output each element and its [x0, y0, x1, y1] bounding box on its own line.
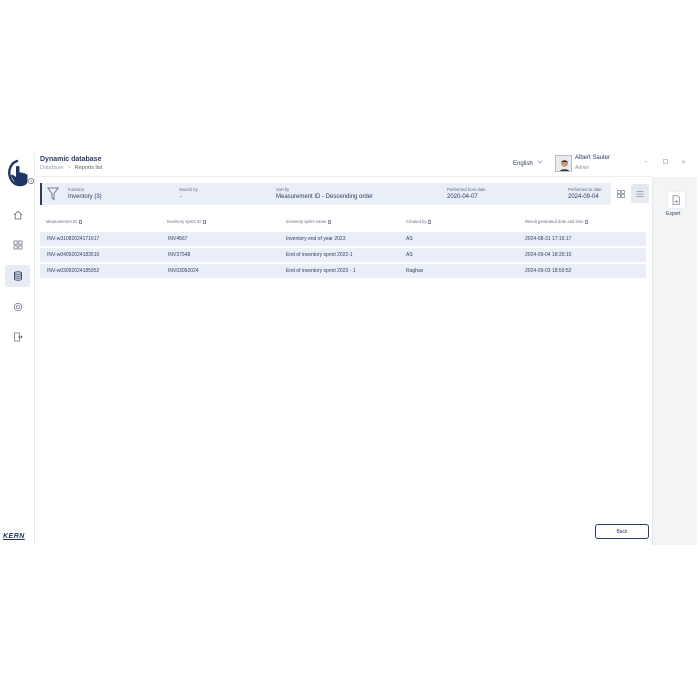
- kern-logo: KERN: [3, 533, 25, 540]
- function-value: Inventory (3): [68, 194, 102, 200]
- from-date-value: 2020-04-07: [447, 194, 478, 200]
- cell-sprint-name: End of inventory sprint 2023 - 1: [286, 268, 356, 274]
- sort-icon: [428, 219, 432, 224]
- from-date-label: Performed from date: [447, 187, 486, 192]
- to-date-value: 2024-09-04: [568, 194, 599, 200]
- cell-sprint-name: Inventory end of year 2023: [286, 236, 346, 242]
- column-header-label: Inventory sprint name: [286, 219, 327, 224]
- close-icon[interactable]: ✕: [681, 159, 686, 166]
- sort-by-value: Measurement ID - Descending order: [276, 194, 374, 200]
- cell-created-by: Raghav: [406, 268, 424, 274]
- grid-view-button[interactable]: [612, 184, 630, 203]
- search-by-label: Search by: [179, 187, 198, 192]
- page-title: Dynamic database: [40, 156, 102, 163]
- column-header[interactable]: Inventory sprint ID: [167, 219, 206, 224]
- nav-home[interactable]: [5, 204, 30, 226]
- sort-by-label: Sort by: [276, 187, 290, 192]
- table-row[interactable]: INV-w04092024183510 INV37548 End of inve…: [40, 248, 646, 262]
- column-header-label: Result generated date and time: [525, 219, 584, 224]
- nav-database[interactable]: [5, 265, 30, 287]
- chevron-down-icon: [537, 160, 543, 164]
- cell-result-date: 2024-09-04 18:35:10: [525, 252, 572, 258]
- list-view-button[interactable]: [631, 184, 649, 203]
- filter-icon[interactable]: [47, 187, 59, 201]
- export-label: Export: [666, 211, 681, 217]
- user-role: Admin: [575, 165, 590, 171]
- table-header: Measurement ID Inventory sprint ID Inven…: [40, 217, 646, 227]
- export-icon: [672, 195, 680, 205]
- to-date-label: Performed to date: [568, 187, 602, 192]
- column-header[interactable]: Result generated date and time: [525, 219, 589, 224]
- user-photo-icon: [556, 156, 571, 171]
- database-icon: [13, 271, 22, 281]
- back-button[interactable]: Back: [595, 524, 649, 539]
- search-by-value: -: [180, 194, 182, 200]
- app-window: KERN Dynamic database Database > Reports l…: [0, 153, 700, 545]
- column-header[interactable]: Inventory sprint name: [286, 219, 332, 224]
- apps-icon: [13, 240, 22, 250]
- breadcrumb: Database > Reports list: [40, 165, 102, 171]
- settings-icon: [13, 302, 22, 312]
- list-view-icon: [636, 190, 644, 197]
- function-label: Function: [68, 187, 85, 192]
- minimize-icon[interactable]: –: [644, 159, 647, 165]
- nav-logout[interactable]: [5, 326, 30, 348]
- column-header-label: Measurement ID: [46, 219, 77, 224]
- cell-result-date: 2024-08-31 17:16:17: [525, 236, 572, 242]
- nav-apps[interactable]: [5, 234, 30, 256]
- cell-created-by: AS: [406, 236, 413, 242]
- cell-sprint-id: INV4567: [168, 236, 188, 242]
- sort-icon: [202, 219, 206, 224]
- right-action-panel: Export: [652, 177, 697, 545]
- export-button[interactable]: [668, 192, 685, 208]
- avatar[interactable]: [555, 155, 572, 172]
- cell-measurement-id: INV-w31082024171617: [47, 236, 100, 242]
- column-header-label: Inventory sprint ID: [167, 219, 201, 224]
- cell-measurement-id: INV-w04092024183510: [47, 252, 100, 258]
- breadcrumb-separator-icon: >: [67, 165, 71, 171]
- left-rail: KERN: [0, 153, 35, 545]
- header-bar: Dynamic database Database > Reports list E…: [36, 153, 686, 177]
- grid-view-icon: [617, 189, 625, 198]
- column-header-label: Created by: [406, 219, 427, 224]
- table-row[interactable]: INV-w03092024185952 INV03092024 End of i…: [40, 264, 646, 278]
- cell-measurement-id: INV-w03092024185952: [47, 268, 100, 274]
- breadcrumb-reports-list: Reports list: [74, 165, 103, 171]
- column-header[interactable]: Measurement ID: [46, 219, 82, 224]
- breadcrumb-database[interactable]: Database: [40, 165, 64, 171]
- user-name: Albert Sauter: [575, 155, 611, 161]
- column-header[interactable]: Created by: [406, 219, 432, 224]
- filter-bar-accent: [40, 183, 42, 205]
- filter-bar[interactable]: Function Inventory (3) Search by - Sort …: [40, 183, 611, 205]
- sort-icon: [328, 219, 332, 224]
- cell-sprint-id: INV37548: [168, 252, 191, 258]
- nav-settings[interactable]: [5, 296, 30, 318]
- app-logo-icon: [8, 159, 34, 187]
- cell-result-date: 2024-09-03 18:59:52: [525, 268, 572, 274]
- sort-icon: [585, 219, 589, 224]
- logout-icon: [13, 332, 23, 342]
- cell-sprint-id: INV03092024: [168, 268, 199, 274]
- home-icon: [13, 210, 22, 220]
- restore-icon[interactable]: [663, 159, 668, 166]
- table-row[interactable]: INV-w31082024171617 INV4567 Inventory en…: [40, 232, 646, 246]
- sort-icon: [78, 219, 82, 224]
- cell-created-by: AS: [406, 252, 413, 258]
- language-label: English: [513, 161, 533, 167]
- cell-sprint-name: End of inventory sprint 2022-1: [286, 252, 353, 258]
- language-selector[interactable]: English: [513, 160, 543, 167]
